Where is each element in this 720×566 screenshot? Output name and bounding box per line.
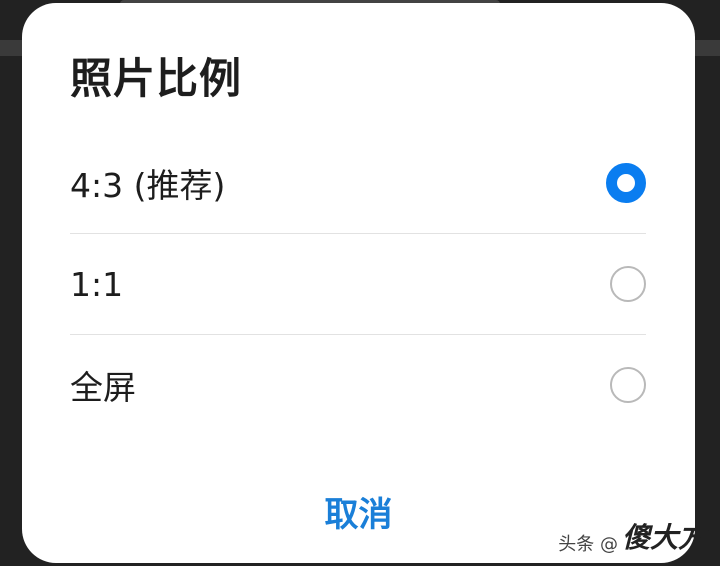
dialog-title: 照片比例 [70,54,243,103]
photo-ratio-dialog: 照片比例 4:3 (推荐) 1:1 全屏 取消 [22,3,695,563]
ratio-options-list: 4:3 (推荐) 1:1 全屏 [70,133,646,435]
option-fullscreen[interactable]: 全屏 [70,334,646,435]
option-label: 4:3 (推荐) [70,166,226,205]
option-label: 1:1 [70,264,124,304]
option-label: 全屏 [70,368,136,407]
radio-unchecked-icon[interactable] [610,266,646,302]
option-4-3[interactable]: 4:3 (推荐) [70,133,646,233]
radio-unchecked-icon[interactable] [610,367,646,403]
watermark: 头条 @ 傻大方 [558,516,706,556]
watermark-logo: 傻大方 [621,521,706,554]
watermark-text: 头条 @ [558,534,618,555]
option-1-1[interactable]: 1:1 [70,233,646,334]
radio-checked-icon[interactable] [606,163,646,203]
